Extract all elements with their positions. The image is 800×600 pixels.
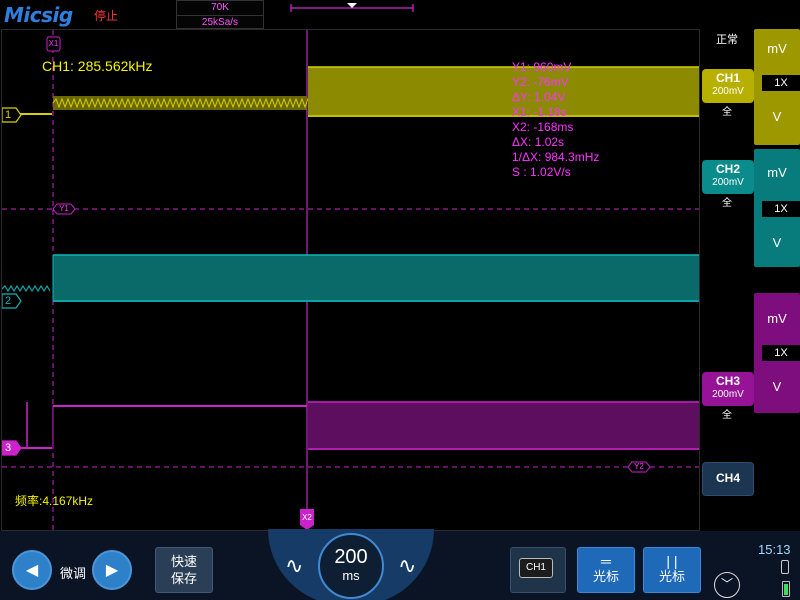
- ch2-probe[interactable]: 1X: [762, 201, 800, 217]
- vertical-cursor-button[interactable]: | | 光标: [643, 547, 701, 593]
- run-state-label[interactable]: 停止: [94, 7, 118, 24]
- memory-depth: 70K: [211, 2, 229, 13]
- timebase-unit: ms: [342, 568, 360, 583]
- ch1-trace-burst: [308, 67, 699, 117]
- ch2-trace-burst: [53, 255, 699, 302]
- left-arrow-icon: ◀: [25, 562, 39, 579]
- ch1-scale: 200mV: [712, 86, 744, 97]
- readout-dx: ΔX: 1.02s: [512, 135, 565, 149]
- timebase-value: 200: [334, 546, 368, 568]
- x2-cursor-tag[interactable]: X2: [300, 511, 314, 525]
- ch1-unit-top[interactable]: mV: [754, 41, 800, 56]
- cursor-source-button[interactable]: CH1: [510, 547, 566, 593]
- quick-save-line2: 保存: [170, 571, 197, 586]
- top-bar: Micsig 停止 70K 25kSa/s: [0, 0, 800, 30]
- readout-slope: S : 1.02V/s: [512, 165, 571, 179]
- ch2-button[interactable]: CH2 200mV: [702, 160, 754, 194]
- ch3-probe[interactable]: 1X: [762, 345, 800, 361]
- ch4-button[interactable]: CH4: [702, 462, 754, 496]
- waveform-display[interactable]: X1 Y1 Y2 X2 1 2 3 CH1: 285.562kHz Y1: 96…: [1, 29, 700, 531]
- bottom-control-bar: ◀ 微调 ▶ 快速 保存 ∿ ∿ 200 ms CH1 ═ 光标 | | 光标 …: [0, 529, 800, 600]
- ch3-button[interactable]: CH3 200mV: [702, 372, 754, 406]
- cursor-vertical-icon: | |: [666, 553, 678, 569]
- brand-logo: Micsig: [4, 3, 73, 27]
- ch3-unit-bottom[interactable]: V: [754, 379, 800, 394]
- ch3-trace-burst: [308, 402, 699, 450]
- ch2-scale-tile[interactable]: mV 1X V: [754, 149, 800, 267]
- waveform-canvas: [2, 30, 699, 530]
- ch2-unit-bottom[interactable]: V: [754, 235, 800, 250]
- ch1-scale-tile[interactable]: mV 1X V: [754, 29, 800, 145]
- trigger-position-indicator[interactable]: [290, 3, 414, 13]
- clock: 15:13: [758, 542, 791, 557]
- source-chip: CH1: [519, 558, 553, 578]
- cursor-horizontal-icon: ═: [601, 553, 611, 569]
- acquisition-box[interactable]: 70K 25kSa/s: [176, 0, 264, 29]
- ch2-scale: 200mV: [712, 177, 744, 188]
- trigger-mode-label[interactable]: 正常: [716, 31, 738, 47]
- frequency-readout: 频率:4.167kHz: [15, 494, 94, 508]
- ch3-scale: 200mV: [712, 389, 744, 400]
- readout-x2: X2: -168ms: [512, 120, 574, 134]
- timebase-knob[interactable]: 200 ms: [318, 533, 384, 599]
- fine-adjust-left-button[interactable]: ◀: [12, 550, 52, 590]
- battery-icon: [782, 581, 790, 597]
- ch2-unit-top[interactable]: mV: [754, 165, 800, 180]
- ch2-coupling: 全: [722, 198, 732, 209]
- usb-icon: [781, 560, 789, 574]
- ch1-marker-label[interactable]: 1: [5, 108, 11, 122]
- readout-y1: Y1: 960mV: [512, 60, 572, 74]
- y2-cursor-tag[interactable]: Y2: [632, 460, 646, 474]
- vertical-cursor-label: 光标: [658, 569, 685, 584]
- right-arrow-icon: ▶: [105, 562, 119, 579]
- readout-inverse-dx: 1/ΔX: 984.3mHz: [512, 150, 600, 164]
- fine-adjust-right-button[interactable]: ▶: [92, 550, 132, 590]
- x1-cursor-tag[interactable]: X1: [48, 37, 59, 51]
- sample-rate: 25kSa/s: [177, 15, 263, 29]
- ch3-unit-top[interactable]: mV: [754, 311, 800, 326]
- ch2-marker-label[interactable]: 2: [5, 294, 11, 308]
- fine-adjust-label: 微调: [60, 566, 87, 581]
- ch3-name: CH3: [715, 374, 740, 388]
- ch1-name: CH1: [715, 71, 740, 85]
- quick-save-button[interactable]: 快速 保存: [155, 547, 213, 593]
- y1-cursor-tag[interactable]: Y1: [57, 202, 71, 216]
- ch3-marker-label[interactable]: 3: [5, 441, 11, 455]
- readout-y2: Y2: -76mV: [512, 75, 569, 89]
- quick-save-line1: 快速: [170, 554, 197, 569]
- ch4-name: CH4: [715, 471, 740, 485]
- ch3-coupling: 全: [722, 410, 732, 421]
- ch3-scale-tile[interactable]: mV 1X V: [754, 293, 800, 413]
- sine-wave-icon[interactable]: ∿: [398, 553, 416, 579]
- readout-dy: ΔY: 1.04V: [512, 90, 566, 104]
- ch1-button[interactable]: CH1 200mV: [702, 69, 754, 103]
- sine-wave-icon[interactable]: ∿: [285, 553, 303, 579]
- ch1-coupling: 全: [722, 107, 732, 118]
- horizontal-cursor-label: 光标: [592, 569, 619, 584]
- ch1-frequency-readout: CH1: 285.562kHz: [42, 58, 153, 74]
- readout-x1: X1: -1.18s: [512, 105, 567, 119]
- collapse-chevron-icon[interactable]: ﹀: [714, 572, 740, 598]
- horizontal-cursor-button[interactable]: ═ 光标: [577, 547, 635, 593]
- ch2-name: CH2: [715, 162, 740, 176]
- ch1-unit-bottom[interactable]: V: [754, 109, 800, 124]
- channel-panel: 正常 CH1 200mV 全 mV 1X V CH2 200mV 全 mV 1X…: [700, 29, 800, 539]
- ch1-probe[interactable]: 1X: [762, 75, 800, 91]
